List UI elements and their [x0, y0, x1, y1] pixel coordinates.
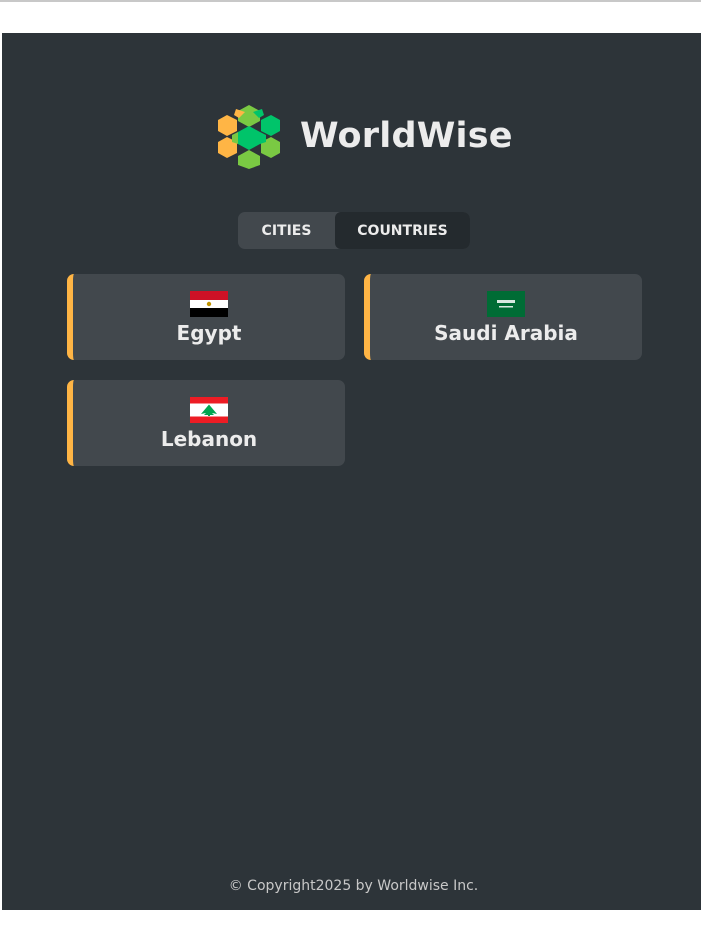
logo-text: WorldWise: [300, 115, 513, 156]
tab-cities[interactable]: CITIES: [238, 212, 335, 249]
country-card-saudi-arabia[interactable]: Saudi Arabia: [364, 274, 642, 360]
browser-top-border: [0, 0, 701, 2]
globe-hex-icon: [218, 105, 280, 169]
country-name: Lebanon: [160, 427, 258, 451]
view-tabs: CITIES COUNTRIES: [238, 212, 470, 249]
egypt-flag-icon: [190, 291, 228, 317]
country-name: Saudi Arabia: [434, 321, 578, 345]
tab-countries[interactable]: COUNTRIES: [335, 212, 470, 249]
copyright-footer: © Copyright2025 by Worldwise Inc.: [228, 878, 479, 894]
sidebar-panel: WorldWise CITIES COUNTRIES Egypt Saudi A…: [2, 33, 701, 910]
lebanon-flag-icon: [190, 397, 228, 423]
logo-link[interactable]: WorldWise: [215, 103, 513, 169]
saudi-arabia-flag-icon: [487, 291, 525, 317]
country-card-lebanon[interactable]: Lebanon: [67, 380, 345, 466]
country-name: Egypt: [176, 321, 242, 345]
country-card-egypt[interactable]: Egypt: [67, 274, 345, 360]
